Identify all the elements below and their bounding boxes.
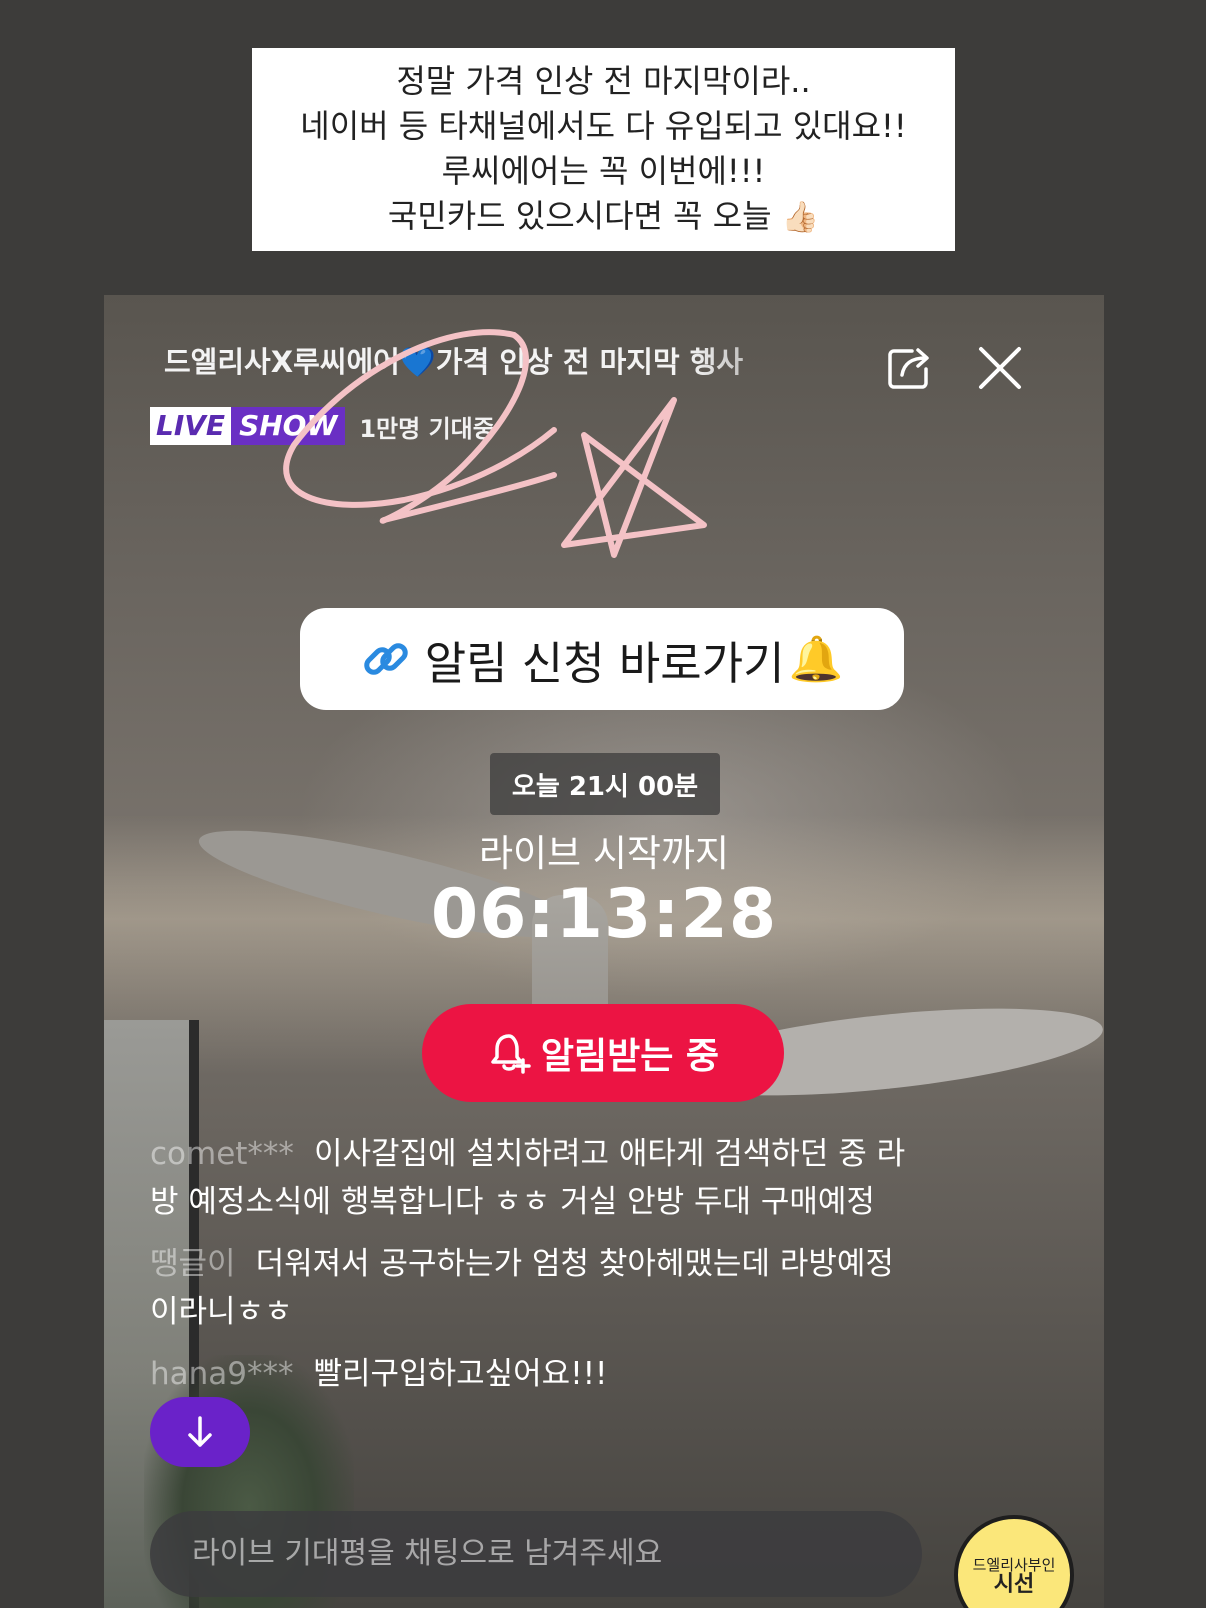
share-icon[interactable]: [884, 343, 934, 393]
chat-username: comet***: [150, 1136, 294, 1172]
chat-text: 빨리구입하고싶어요!!!: [313, 1356, 608, 1392]
caption-line-4-text: 국민카드 있으시다면 꼭 오늘: [387, 197, 772, 235]
chat-message: hana9*** 빨리구입하고싶어요!!!: [150, 1350, 910, 1398]
bell-emoji: 🔔: [788, 634, 844, 685]
chat-message: 땡글이 더워져서 공구하는가 엄청 찾아헤맸는데 라방예정이라니ㅎㅎ: [150, 1240, 910, 1336]
story-caption: 정말 가격 인상 전 마지막이라.. 네이버 등 타채널에서도 다 유입되고 있…: [252, 48, 955, 251]
notify-button[interactable]: 알림받는 중: [422, 1004, 784, 1102]
link-icon: [363, 643, 408, 675]
bell-plus-icon: [491, 1034, 531, 1074]
chat-input[interactable]: 라이브 기대평을 채팅으로 남겨주세요: [150, 1511, 922, 1597]
countdown-timer: 06:13:28: [430, 875, 778, 954]
caption-line-1: 정말 가격 인상 전 마지막이라..: [396, 62, 811, 100]
live-title: 드엘리사X루씨에어💙가격 인상 전 마지막 행사: [164, 345, 744, 379]
caption-line-4: 국민카드 있으시다면 꼭 오늘 👍🏻: [388, 194, 819, 240]
until-live-label: 라이브 시작까지: [478, 832, 730, 875]
chat-username: 땡글이: [150, 1246, 236, 1282]
chat-text: 더워져서 공구하는가 엄청 찾아헤맸는데 라방예정이라니ㅎㅎ: [150, 1246, 894, 1330]
expect-count: 1만명 기대중: [359, 414, 495, 443]
chat-list: comet*** 이사갈집에 설치하려고 애타게 검색하던 중 라방 예정소식에 …: [150, 1130, 910, 1412]
arrow-down-icon: [188, 1416, 212, 1447]
alarm-link-label: 알림 신청 바로가기: [424, 636, 785, 690]
thumbs-up-emoji: 👍🏻: [781, 200, 820, 235]
alarm-signup-link[interactable]: 알림 신청 바로가기 🔔: [300, 608, 904, 710]
scroll-to-latest-button[interactable]: [150, 1397, 250, 1467]
start-time-badge: 오늘 21시 00분: [490, 753, 720, 815]
live-show-badge: LIVE SHOW: [150, 407, 346, 445]
notify-button-label: 알림받는 중: [540, 1036, 720, 1077]
streamer-sticker: 드엘리사부인 시선: [954, 1515, 1074, 1608]
chat-username: hana9***: [150, 1356, 294, 1392]
live-badge-part1: LIVE: [150, 407, 232, 445]
sticker-line-2: 시선: [993, 1572, 1035, 1597]
live-screenshot: 드엘리사X루씨에어💙가격 인상 전 마지막 행사 LIVE SHOW 1만명 기…: [104, 295, 1104, 1608]
close-icon[interactable]: [977, 345, 1023, 391]
chat-message: comet*** 이사갈집에 설치하려고 애타게 검색하던 중 라방 예정소식에 …: [150, 1130, 910, 1226]
live-badge-part2: SHOW: [231, 407, 346, 445]
live-badge-row: LIVE SHOW 1만명 기대중: [150, 407, 495, 445]
caption-line-2: 네이버 등 타채널에서도 다 유입되고 있대요!!: [300, 107, 907, 145]
caption-line-3: 루씨에어는 꼭 이번에!!!: [441, 152, 766, 190]
